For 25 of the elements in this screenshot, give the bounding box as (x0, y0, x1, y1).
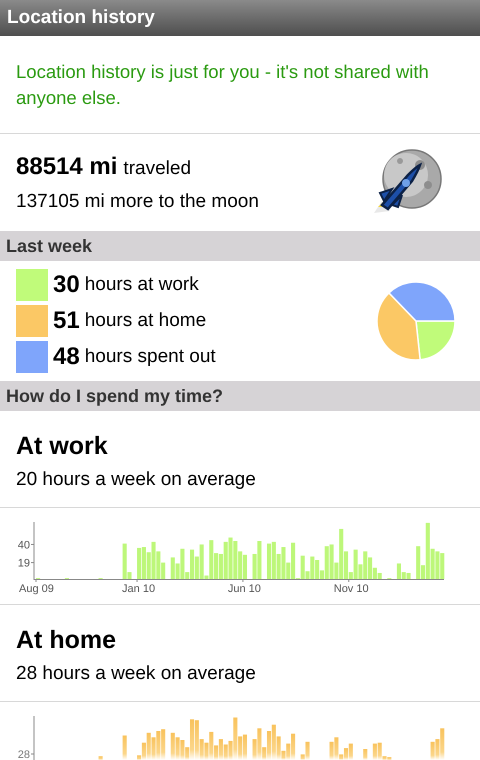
distance-note: traveled (123, 156, 192, 181)
section-title: How do I spend my time? (6, 384, 224, 408)
average-note: 28 hours a week on average (16, 662, 257, 686)
legend-number: 48 (53, 342, 80, 372)
y-axis (30, 522, 34, 580)
x-tick-label: Aug 09 (19, 583, 54, 595)
y-tick-label: 40 (18, 539, 30, 552)
moon-note: 137105 mi more to the moon (16, 190, 259, 214)
window-title: Location history (7, 6, 155, 30)
place-title: At work (16, 431, 109, 462)
legend-label: hours spent out (84, 344, 216, 369)
privacy-note: Location history is just for you - it's not shared with anyone else. (16, 60, 430, 110)
legend-label: hours at work (84, 272, 199, 297)
distance-value: 88514 mi (16, 152, 118, 182)
x-tick-label: Jun 10 (228, 583, 261, 595)
legend-label: hours at home (84, 308, 206, 333)
average-note: 20 hours a week on average (16, 468, 257, 492)
picture: 28 (0, 702, 480, 760)
x-tick-label: Jan 10 (122, 583, 156, 595)
section-title: Last week (6, 234, 92, 258)
place-title: At home (16, 625, 117, 656)
y-tick-label: 19 (18, 558, 30, 570)
legend-number: 30 (53, 270, 80, 300)
x-tick-label: Nov 10 (334, 583, 369, 595)
legend-number: 51 (53, 306, 80, 336)
